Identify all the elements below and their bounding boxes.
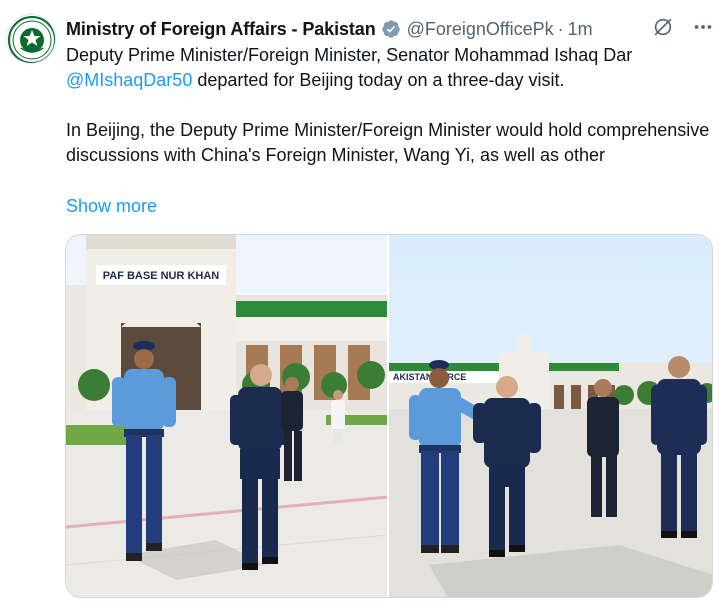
base-sign: PAF BASE NUR KHAN xyxy=(103,270,220,282)
mention-link[interactable]: @MIshaqDar50 xyxy=(66,70,192,90)
photo-1[interactable]: PAF BASE NUR KHAN xyxy=(66,235,387,597)
text-line-2-rest: departed for Beijing today on a three-da… xyxy=(192,70,565,90)
grok-button[interactable] xyxy=(650,14,676,40)
grok-icon xyxy=(654,18,672,36)
ministry-seal-icon xyxy=(8,16,55,63)
tweet-header: Ministry of Foreign Affairs - Pakistan @… xyxy=(66,16,593,42)
verified-badge-icon xyxy=(381,19,401,39)
media-grid: PAF BASE NUR KHAN AKISTAN FORCE xyxy=(65,234,713,598)
tweet[interactable]: Ministry of Foreign Affairs - Pakistan @… xyxy=(0,0,726,615)
account-handle[interactable]: @ForeignOfficePk xyxy=(407,19,554,40)
post-time[interactable]: 1m xyxy=(568,19,593,40)
show-more-link[interactable]: Show more xyxy=(66,194,157,219)
account-name[interactable]: Ministry of Foreign Affairs - Pakistan xyxy=(66,19,376,40)
tweet-text: Deputy Prime Minister/Foreign Minister, … xyxy=(66,43,716,168)
photo-2[interactable]: AKISTAN FORCE xyxy=(389,235,712,597)
separator-dot: · xyxy=(557,18,564,39)
text-line-1: Deputy Prime Minister/Foreign Minister, … xyxy=(66,45,633,65)
avatar[interactable] xyxy=(6,14,56,64)
text-line-2: @MIshaqDar50 departed for Beijing today … xyxy=(66,68,716,93)
more-horizontal-icon xyxy=(694,25,712,29)
top-actions xyxy=(650,14,716,40)
text-paragraph-2: In Beijing, the Deputy Prime Minister/Fo… xyxy=(66,120,710,165)
more-button[interactable] xyxy=(690,14,716,40)
